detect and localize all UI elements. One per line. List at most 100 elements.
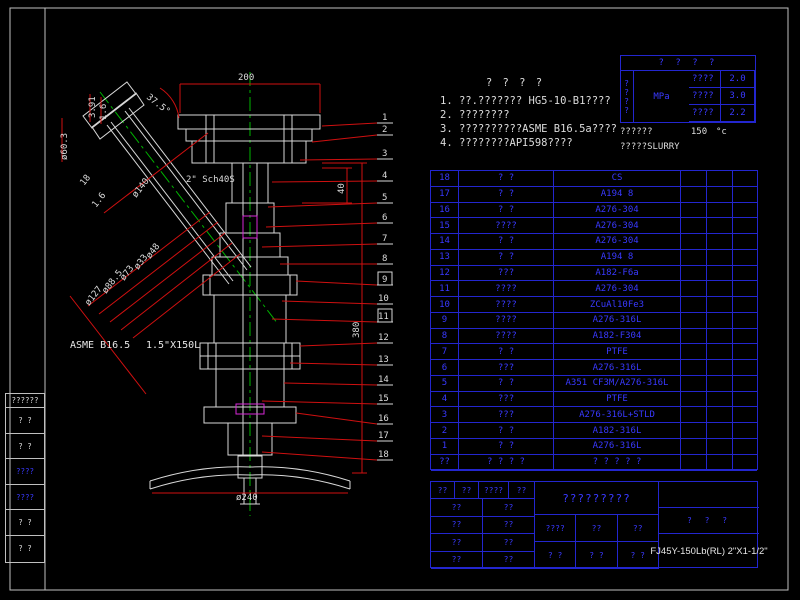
part-extra <box>707 234 733 250</box>
spec-row-label: ???? <box>689 71 721 88</box>
dim-stub-a: 3.91 <box>88 96 98 118</box>
part-extra <box>733 297 757 313</box>
dim-branch-b: 1.6 <box>90 191 108 210</box>
part-no: 14 <box>431 234 459 250</box>
part-name: ? ? <box>459 186 554 203</box>
part-extra <box>707 375 733 392</box>
title-cell: ?? <box>483 499 535 517</box>
left-strip-row: ? ? <box>6 434 44 460</box>
part-material: A276-304 <box>554 218 681 235</box>
part-extra <box>707 297 733 313</box>
balloon-leader <box>321 122 378 127</box>
title-block: ?? ?? ???? ?? ?? ?? ?? ?? ?? ?? ?? ?? ??… <box>430 481 768 569</box>
part-material: A351 CF3M/A276-316L <box>554 375 681 392</box>
spec-table: ? ? ? ? ???? ???? 2.0 MPa ???? 3.0 ???? … <box>620 55 756 152</box>
part-extra <box>733 203 757 219</box>
balloon-label: 18 <box>378 450 389 460</box>
left-strip-row: ? ? <box>18 543 32 553</box>
balloon-label: 4 <box>382 171 387 181</box>
part-material: A276-304 <box>554 234 681 250</box>
part-name: ? ? <box>459 439 554 455</box>
spec-unit: MPa <box>653 91 670 102</box>
part-extra <box>707 202 733 219</box>
part-no: 18 <box>431 171 459 187</box>
part-name: ???? <box>459 281 554 298</box>
part-material: A276-316L <box>554 312 681 329</box>
part-no: 1 <box>431 439 459 455</box>
balloon-label: 2 <box>382 125 387 135</box>
spec-row-value: 3.0 <box>721 88 755 105</box>
part-no: 3 <box>431 407 459 424</box>
balloon-leader <box>261 451 378 461</box>
part-no: 12 <box>431 265 459 282</box>
part-material: A194 8 <box>554 249 681 266</box>
balloon-leader <box>295 280 378 286</box>
balloon-label: 14 <box>378 375 389 385</box>
part-extra <box>681 454 707 471</box>
part-no: 4 <box>431 391 459 408</box>
part-extra <box>733 218 757 235</box>
part-name: ? ? <box>459 249 554 266</box>
part-name: ???? <box>459 328 554 345</box>
part-extra <box>733 234 757 250</box>
pipe-spec-label: 2" Sch40S <box>186 175 235 185</box>
balloon-label: 5 <box>382 193 387 203</box>
balloon-label: 17 <box>378 431 389 441</box>
part-extra <box>707 454 733 471</box>
title-cell: ?? <box>483 551 535 569</box>
dim-40: 40 <box>337 183 347 194</box>
title-cell: ?? <box>617 515 659 542</box>
temperature-row: ?????? 150 °c <box>620 127 756 137</box>
part-extra <box>681 297 707 313</box>
part-material: A182-316L <box>554 423 681 440</box>
part-material: A194 8 <box>554 186 681 203</box>
balloon-leader <box>261 435 378 442</box>
model-number: FJ45Y-150Lb(RL) 2"X1-1/2" <box>650 546 768 557</box>
dim-wheel-od: ø240 <box>236 493 258 503</box>
part-extra <box>707 186 733 203</box>
part-extra <box>733 376 757 392</box>
dim-angle: 37.5° <box>144 92 172 117</box>
part-extra <box>733 344 757 361</box>
balloon-label: 13 <box>378 355 389 365</box>
title-cell: ???? <box>535 515 577 542</box>
dim-380: 380 <box>352 322 362 338</box>
flange-std-label: ASME B16.5 <box>70 340 130 351</box>
title-cell: ?? <box>483 534 535 552</box>
part-extra <box>707 249 733 266</box>
title-cell: ?? <box>431 516 483 535</box>
part-material: A276-316L <box>554 439 681 455</box>
part-extra <box>681 281 707 298</box>
part-extra <box>733 439 757 455</box>
model-area: ? ? ? FJ45Y-150Lb(RL) 2"X1-1/2" <box>650 482 768 567</box>
balloon-leader <box>261 400 378 405</box>
balloon-label: 16 <box>378 414 389 424</box>
dim-pipe-od: ø60.3 <box>60 133 70 160</box>
spec-row-label: ???? <box>689 88 721 105</box>
title-cell: ?? <box>483 516 535 535</box>
balloon-label: 9 <box>382 275 387 285</box>
title-cell: ? ? <box>576 542 618 569</box>
title-cell: ?? <box>509 482 535 500</box>
title-cell: ???? <box>479 482 509 500</box>
part-material: PTFE <box>554 391 681 408</box>
part-no: 17 <box>431 186 459 203</box>
part-extra <box>707 391 733 408</box>
part-extra <box>733 329 757 345</box>
part-extra <box>681 249 707 266</box>
part-no: 2 <box>431 423 459 440</box>
balloon-leader <box>299 158 378 161</box>
part-material: ? ? ? ? ? <box>554 454 681 471</box>
part-name: ???? <box>459 218 554 235</box>
balloon-label: 10 <box>378 294 389 304</box>
part-extra <box>681 202 707 219</box>
part-material: A276-304 <box>554 202 681 219</box>
part-material: A276-304 <box>554 281 681 298</box>
part-name: ??? <box>459 407 554 424</box>
part-no: 13 <box>431 249 459 266</box>
dim-88: ø88.5 <box>100 268 125 296</box>
title-cell: ?? <box>431 482 455 500</box>
spec-row-value: 2.0 <box>721 71 755 88</box>
empty-cell <box>659 482 759 508</box>
part-no: 10 <box>431 297 459 313</box>
